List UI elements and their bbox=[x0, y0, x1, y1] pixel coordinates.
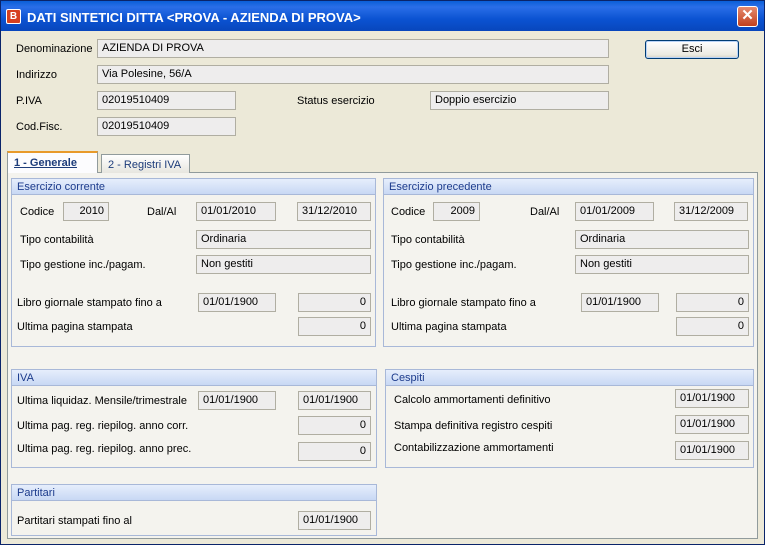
ep-al-field[interactable]: 31/12/2009 bbox=[674, 202, 748, 221]
cespiti-stampa-label: Stampa definitiva registro cespiti bbox=[394, 420, 553, 432]
ep-tipo-gestione-field[interactable]: Non gestiti bbox=[575, 255, 749, 274]
iva-liquidaz-date2-field[interactable]: 01/01/1900 bbox=[298, 391, 371, 410]
cespiti-contab-field[interactable]: 01/01/1900 bbox=[675, 441, 749, 460]
ec-dal-field[interactable]: 01/01/2010 bbox=[196, 202, 276, 221]
ec-libro-date-field[interactable]: 01/01/1900 bbox=[198, 293, 276, 312]
cespiti-title: Cespiti bbox=[386, 370, 753, 386]
ec-tipo-gestione-field[interactable]: Non gestiti bbox=[196, 255, 371, 274]
iva-prec-field[interactable]: 0 bbox=[298, 442, 371, 461]
indirizzo-field[interactable]: Via Polesine, 56/A bbox=[97, 65, 609, 84]
ep-libro-label: Libro giornale stampato fino a bbox=[391, 297, 536, 309]
iva-corr-field[interactable]: 0 bbox=[298, 416, 371, 435]
ec-ultima-label: Ultima pagina stampata bbox=[17, 321, 133, 333]
ep-ultima-label: Ultima pagina stampata bbox=[391, 321, 507, 333]
ec-codice-field[interactable]: 2010 bbox=[63, 202, 109, 221]
iva-corr-label: Ultima pag. reg. riepilog. anno corr. bbox=[17, 420, 189, 432]
ec-tipo-contabilita-field[interactable]: Ordinaria bbox=[196, 230, 371, 249]
ep-tipo-gestione-label: Tipo gestione inc./pagam. bbox=[391, 259, 517, 271]
iva-liquidaz-date1-field[interactable]: 01/01/1900 bbox=[198, 391, 276, 410]
iva-title: IVA bbox=[12, 370, 376, 386]
ep-tipo-contabilita-field[interactable]: Ordinaria bbox=[575, 230, 749, 249]
ep-codice-label: Codice bbox=[391, 206, 426, 218]
partitari-stampati-field[interactable]: 01/01/1900 bbox=[298, 511, 371, 530]
iva-liquidaz-label: Ultima liquidaz. Mensile/trimestrale bbox=[17, 395, 187, 407]
ep-dal-field[interactable]: 01/01/2009 bbox=[575, 202, 654, 221]
ep-libro-date-field[interactable]: 01/01/1900 bbox=[581, 293, 659, 312]
ec-tipo-contabilita-label: Tipo contabilità bbox=[20, 234, 94, 246]
cespiti-calcolo-field[interactable]: 01/01/1900 bbox=[675, 389, 749, 408]
ep-libro-num-field[interactable]: 0 bbox=[676, 293, 749, 312]
tab-generale[interactable]: 1 - Generale bbox=[7, 151, 98, 173]
piva-label: P.IVA bbox=[16, 95, 42, 107]
window-title: DATI SINTETICI DITTA <PROVA - AZIENDA DI… bbox=[27, 10, 361, 25]
codfisc-label: Cod.Fisc. bbox=[16, 121, 63, 133]
title-bar: B DATI SINTETICI DITTA <PROVA - AZIENDA … bbox=[1, 1, 764, 31]
denominazione-label: Denominazione bbox=[16, 43, 93, 55]
app-logo-icon: B bbox=[6, 9, 21, 24]
denominazione-field[interactable]: AZIENDA DI PROVA bbox=[97, 39, 609, 58]
ep-dalal-label: Dal/Al bbox=[530, 206, 560, 218]
indirizzo-label: Indirizzo bbox=[16, 69, 57, 81]
ec-codice-label: Codice bbox=[20, 206, 55, 218]
partitari-title: Partitari bbox=[12, 485, 376, 501]
ec-libro-label: Libro giornale stampato fino a bbox=[17, 297, 162, 309]
ec-dalal-label: Dal/Al bbox=[147, 206, 177, 218]
iva-prec-label: Ultima pag. reg. riepilog. anno prec. bbox=[17, 443, 192, 455]
close-button[interactable]: ✕ bbox=[737, 6, 758, 27]
codfisc-field[interactable]: 02019510409 bbox=[97, 117, 236, 136]
cespiti-stampa-field[interactable]: 01/01/1900 bbox=[675, 415, 749, 434]
ep-codice-field[interactable]: 2009 bbox=[433, 202, 480, 221]
esercizio-precedente-title: Esercizio precedente bbox=[384, 179, 753, 195]
piva-field[interactable]: 02019510409 bbox=[97, 91, 236, 110]
cespiti-contab-label: Contabilizzazione ammortamenti bbox=[394, 442, 554, 454]
tab-registri-iva[interactable]: 2 - Registri IVA bbox=[101, 154, 190, 173]
status-esercizio-field[interactable]: Doppio esercizio bbox=[430, 91, 609, 110]
ep-ultima-field[interactable]: 0 bbox=[676, 317, 749, 336]
ec-tipo-gestione-label: Tipo gestione inc./pagam. bbox=[20, 259, 146, 271]
status-esercizio-label: Status esercizio bbox=[297, 95, 375, 107]
main-window: B DATI SINTETICI DITTA <PROVA - AZIENDA … bbox=[0, 0, 765, 545]
ep-tipo-contabilita-label: Tipo contabilità bbox=[391, 234, 465, 246]
esci-button[interactable]: Esci bbox=[645, 40, 739, 59]
ec-ultima-field[interactable]: 0 bbox=[298, 317, 371, 336]
ec-al-field[interactable]: 31/12/2010 bbox=[297, 202, 371, 221]
ec-libro-num-field[interactable]: 0 bbox=[298, 293, 371, 312]
cespiti-calcolo-label: Calcolo ammortamenti definitivo bbox=[394, 394, 551, 406]
partitari-stampati-label: Partitari stampati fino al bbox=[17, 515, 132, 527]
esercizio-corrente-title: Esercizio corrente bbox=[12, 179, 375, 195]
